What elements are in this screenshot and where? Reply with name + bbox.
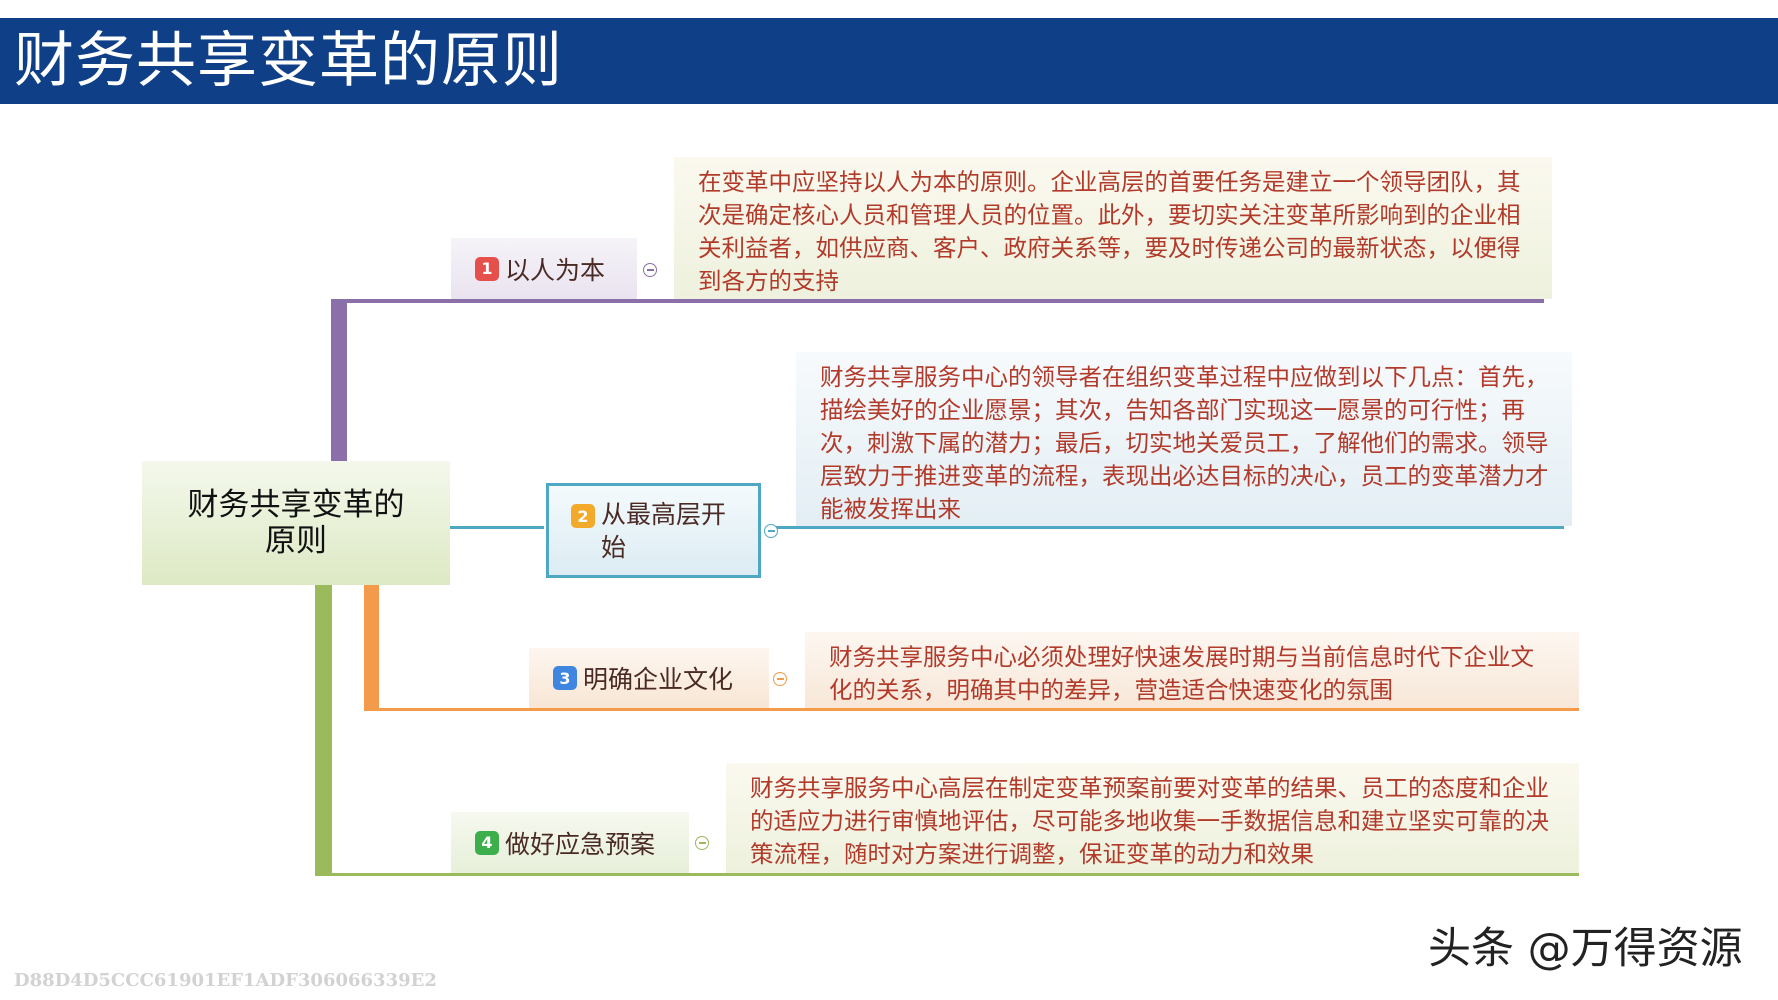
- branch-topic-4-label: 做好应急预案: [505, 829, 656, 859]
- collapse-icon[interactable]: [643, 263, 657, 277]
- page-title: 财务共享变革的原则: [14, 26, 563, 96]
- branch-1-description: 在变革中应坚持以人为本的原则。企业高层的首要任务是建立一个领导团队，其次是确定核…: [674, 157, 1552, 299]
- root-topic[interactable]: 财务共享变革的原则: [142, 461, 450, 585]
- connector-branch-1-vertical: [331, 299, 347, 461]
- branch-topic-2-label: 从最高层开始: [601, 499, 727, 562]
- number-1-badge-icon: 1: [475, 256, 499, 281]
- branch-topic-1[interactable]: 1 以人为本: [451, 238, 637, 299]
- branch-topic-1-label: 以人为本: [505, 255, 606, 285]
- connector-branch-3-vertical: [364, 585, 379, 711]
- collapse-icon[interactable]: [764, 524, 778, 538]
- branch-topic-3[interactable]: 3 明确企业文化: [529, 648, 769, 708]
- branch-3-description: 财务共享服务中心必须处理好快速发展时期与当前信息时代下企业文化的关系，明确其中的…: [805, 632, 1579, 708]
- connector-branch-4-horizontal: [315, 873, 1579, 876]
- source-logo: 头条 @万得资源: [1428, 924, 1743, 974]
- collapse-icon[interactable]: [695, 836, 709, 850]
- connector-branch-2-description: [770, 526, 1564, 529]
- branch-topic-3-label: 明确企业文化: [583, 665, 734, 694]
- watermark-hash: D88D4D5CCC61901EF1ADF306066339E2: [14, 970, 437, 991]
- branch-4-description: 财务共享服务中心高层在制定变革预案前要对变革的结果、员工的态度和企业的适应力进行…: [726, 763, 1579, 873]
- connector-branch-2-horizontal: [450, 526, 544, 529]
- connector-branch-1-horizontal: [331, 299, 1544, 303]
- branch-2-description: 财务共享服务中心的领导者在组织变革过程中应做到以下几点：首先，描绘美好的企业愿景…: [796, 352, 1572, 526]
- root-topic-label: 财务共享变革的原则: [187, 487, 405, 559]
- connector-branch-4-vertical: [315, 585, 332, 876]
- number-3-badge-icon: 3: [553, 666, 577, 690]
- connector-branch-3-horizontal: [364, 708, 1579, 711]
- collapse-icon[interactable]: [773, 672, 787, 686]
- number-2-badge-icon: 2: [571, 504, 595, 528]
- branch-topic-2[interactable]: 2 从最高层开始: [546, 483, 761, 578]
- title-bar: 财务共享变革的原则: [0, 18, 1778, 104]
- branch-topic-4[interactable]: 4 做好应急预案: [451, 812, 689, 873]
- number-4-badge-icon: 4: [475, 830, 499, 855]
